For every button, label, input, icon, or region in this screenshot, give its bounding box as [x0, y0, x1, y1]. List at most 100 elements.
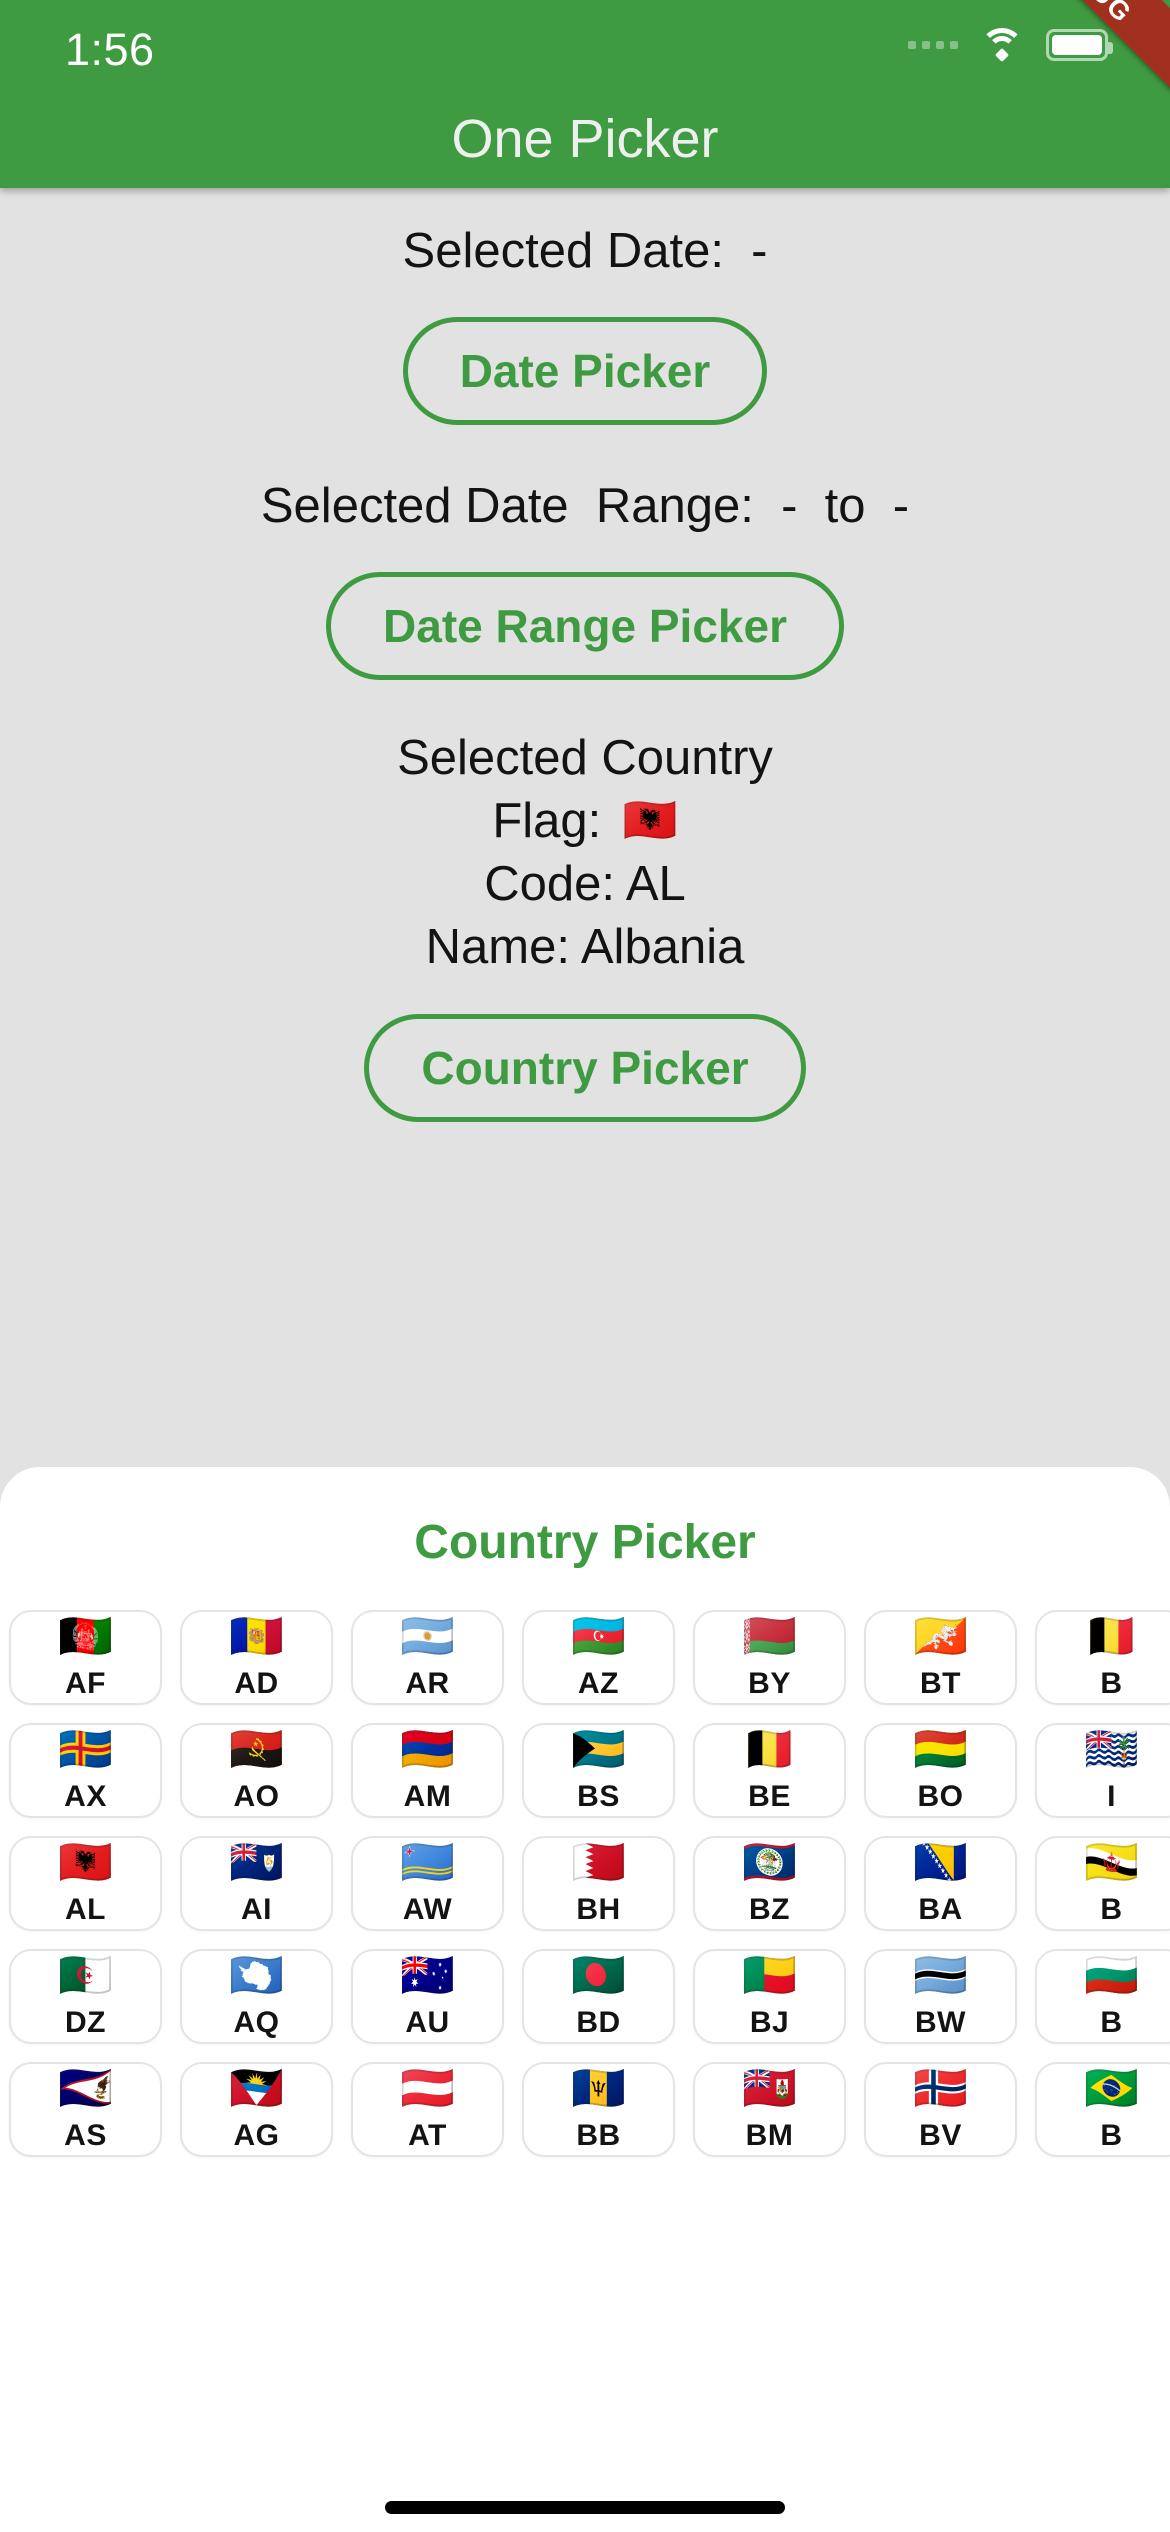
country-code-label: B — [1100, 1892, 1123, 1926]
date-range-picker-button[interactable]: Date Range Picker — [326, 571, 844, 680]
country-code-label: BW — [915, 2005, 966, 2039]
country-picker-sheet-title: Country Picker — [414, 1516, 756, 1569]
country-flag-icon: 🇧🇬 — [1084, 1950, 1139, 2000]
battery-icon — [1046, 29, 1113, 61]
country-flag-card[interactable]: 🇧🇿 BZ — [693, 1836, 846, 1931]
country-flag-icon: 🇦🇼 — [400, 1837, 455, 1887]
country-flag-card[interactable]: 🇦🇱 AL — [9, 1836, 162, 1931]
country-flag-card[interactable]: 🇧🇪 BE — [693, 1723, 846, 1818]
country-flag-card[interactable]: 🇧🇴 BO — [864, 1723, 1017, 1818]
country-flag-card[interactable]: 🇧🇭 BH — [522, 1836, 675, 1931]
country-picker-button[interactable]: Country Picker — [364, 1013, 806, 1122]
country-flag-card[interactable]: 🇮🇴 I — [1035, 1723, 1170, 1818]
country-flag-card[interactable]: 🇧🇯 BJ — [693, 1949, 846, 2044]
country-flag-card[interactable]: 🇦🇼 AW — [351, 1836, 504, 1931]
country-flag-icon: 🇦🇮 — [229, 1837, 284, 1887]
app-bar: 1:56 One Picker DEBUG — [0, 0, 1170, 188]
country-code-label: BO — [917, 1779, 964, 1813]
country-flag-icon: 🇧🇭 — [571, 1837, 626, 1887]
country-code-label: AO — [233, 1779, 280, 1813]
country-flag-card[interactable]: 🇧🇼 BW — [864, 1949, 1017, 2044]
country-flag-card[interactable]: 🇦🇲 AM — [351, 1723, 504, 1818]
country-flag-icon: 🇧🇹 — [913, 1611, 968, 1661]
country-code-label: BZ — [749, 1892, 790, 1926]
country-code-label: BS — [577, 1779, 620, 1813]
country-flag-icon: 🇧🇯 — [742, 1950, 797, 2000]
selected-country-block: Selected Country Flag: 🇦🇱 Code: AL Name:… — [397, 730, 773, 972]
country-flag-card[interactable]: 🇧🇹 BT — [864, 1610, 1017, 1705]
country-code-label: AX — [64, 1779, 107, 1813]
country-flag-icon: 🇦🇺 — [400, 1950, 455, 2000]
country-flag-card[interactable]: 🇦🇩 AD — [180, 1610, 333, 1705]
country-flag-card[interactable]: 🇦🇸 AS — [9, 2062, 162, 2157]
country-flag-card[interactable]: 🇦🇷 AR — [351, 1610, 504, 1705]
country-code-label: AD — [234, 1666, 279, 1700]
country-flag-icon: 🇦🇴 — [229, 1724, 284, 1774]
country-flag-icon: 🇮🇴 — [1084, 1724, 1139, 1774]
signal-dots-icon — [908, 41, 958, 49]
country-flag-card[interactable]: 🇧🇳 B — [1035, 1836, 1170, 1931]
country-code-label: AI — [241, 1892, 272, 1926]
country-flag-icon: 🇧🇪 — [742, 1724, 797, 1774]
country-flag-icon: 🇧🇼 — [913, 1950, 968, 2000]
country-code-label: AM — [403, 1779, 452, 1813]
date-picker-button[interactable]: Date Picker — [402, 316, 768, 425]
country-code-label: BA — [918, 1892, 963, 1926]
country-flag-card[interactable]: 🇦🇿 AZ — [522, 1610, 675, 1705]
app-root: 1:56 One Picker DEBUG Selected Dat — [0, 0, 1170, 2532]
country-flag-icon: 🇦🇹 — [400, 2063, 455, 2113]
country-flag-card[interactable]: 🇦🇬 AG — [180, 2062, 333, 2157]
country-flag-card[interactable]: 🇧🇧 BB — [522, 2062, 675, 2157]
country-flag-card[interactable]: 🇦🇶 AQ — [180, 1949, 333, 2044]
country-code-label: AL — [65, 1892, 106, 1926]
country-flag-card[interactable]: 🇦🇴 AO — [180, 1723, 333, 1818]
country-flag-icon: 🇧🇳 — [1084, 1837, 1139, 1887]
country-code-label: AS — [64, 2118, 107, 2152]
country-flag-card[interactable]: 🇧🇪 B — [1035, 1610, 1170, 1705]
country-flag-grid: 🇦🇫 AF 🇦🇩 AD 🇦🇷 AR 🇦🇿 AZ 🇧🇾 BY 🇧🇹 BT 🇧🇪 B 🇦🇽 AX 🇦🇴 AO 🇦🇲 AM 🇧… — [0, 1610, 1170, 2157]
country-flag-card[interactable]: 🇧🇬 B — [1035, 1949, 1170, 2044]
country-code-label: B — [1100, 1666, 1123, 1700]
country-flag-icon: 🇧🇴 — [913, 1724, 968, 1774]
country-flag-card[interactable]: 🇧🇾 BY — [693, 1610, 846, 1705]
country-code-label: AR — [405, 1666, 450, 1700]
country-flag-card[interactable]: 🇧🇷 B — [1035, 2062, 1170, 2157]
country-code-label: BD — [576, 2005, 621, 2039]
page-title: One Picker — [451, 109, 719, 169]
country-code-label: AT — [408, 2118, 447, 2152]
country-flag-icon: 🇧🇧 — [571, 2063, 626, 2113]
country-flag-icon: 🇦🇶 — [229, 1950, 284, 2000]
country-flag-card[interactable]: 🇧🇸 BS — [522, 1723, 675, 1818]
country-flag-icon: 🇦🇩 — [229, 1611, 284, 1661]
country-flag-card[interactable]: 🇧🇻 BV — [864, 2062, 1017, 2157]
country-flag-card[interactable]: 🇦🇹 AT — [351, 2062, 504, 2157]
country-flag-card[interactable]: 🇦🇮 AI — [180, 1836, 333, 1931]
country-flag-card[interactable]: 🇦🇺 AU — [351, 1949, 504, 2044]
country-flag-card[interactable]: 🇦🇫 AF — [9, 1610, 162, 1705]
country-code-label: AQ — [233, 2005, 280, 2039]
home-indicator[interactable] — [385, 2501, 785, 2514]
country-code-label: B — [1100, 2118, 1123, 2152]
country-code-label: AU — [405, 2005, 450, 2039]
country-flag-card[interactable]: 🇧🇦 BA — [864, 1836, 1017, 1931]
selected-country-heading: Selected Country — [397, 730, 773, 785]
country-code-label: AZ — [578, 1666, 619, 1700]
country-flag-card[interactable]: 🇧🇩 BD — [522, 1949, 675, 2044]
country-flag-card[interactable]: 🇩🇿 DZ — [9, 1949, 162, 2044]
country-flag-icon: 🇧🇾 — [742, 1611, 797, 1661]
country-code-label: BM — [745, 2118, 794, 2152]
country-flag-icon: 🇦🇿 — [571, 1611, 626, 1661]
country-flag-icon: 🇦🇲 — [400, 1724, 455, 1774]
country-flag-icon: 🇧🇸 — [571, 1724, 626, 1774]
country-picker-sheet: Country Picker 🇦🇫 AF 🇦🇩 AD 🇦🇷 AR 🇦🇿 AZ 🇧🇾 BY 🇧🇹 BT 🇧… — [0, 1467, 1170, 2532]
country-flag-icon: 🇧🇷 — [1084, 2063, 1139, 2113]
country-flag-card[interactable]: 🇧🇲 BM — [693, 2062, 846, 2157]
country-code-label: AF — [65, 1666, 106, 1700]
country-code-label: DZ — [65, 2005, 106, 2039]
country-flag-icon: 🇧🇪 — [1084, 1611, 1139, 1661]
country-code-label: BY — [748, 1666, 791, 1700]
country-flag-icon: 🇧🇲 — [742, 2063, 797, 2113]
country-flag-icon: 🇦🇬 — [229, 2063, 284, 2113]
country-flag-icon: 🇧🇿 — [742, 1837, 797, 1887]
country-flag-card[interactable]: 🇦🇽 AX — [9, 1723, 162, 1818]
